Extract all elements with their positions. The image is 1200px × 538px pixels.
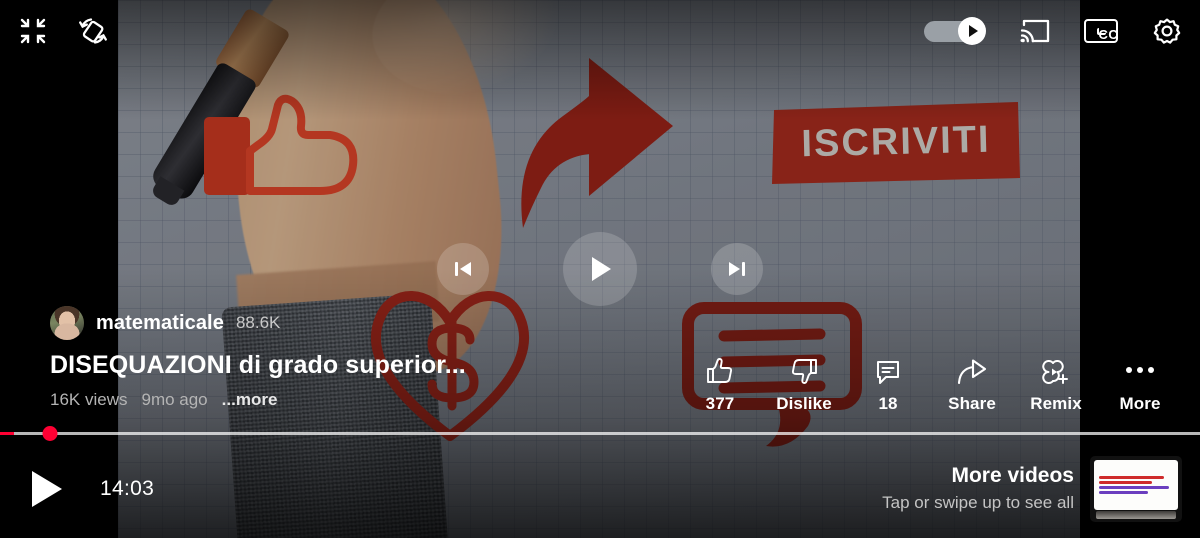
dislike-button[interactable]: Dislike xyxy=(762,355,846,414)
comment-icon xyxy=(875,355,901,385)
dislike-label: Dislike xyxy=(776,394,832,413)
closed-captions-icon[interactable]: CC xyxy=(1084,19,1118,43)
next-video-button[interactable] xyxy=(711,243,763,295)
bottom-play-button[interactable] xyxy=(18,467,74,511)
top-control-bar: Autoplay CC xyxy=(0,0,1200,62)
next-video-thumbnail[interactable] xyxy=(1090,456,1182,522)
cast-icon[interactable] xyxy=(1020,18,1050,44)
autoplay-toggle-knob xyxy=(958,17,986,45)
action-button-rail: 377 Dislike 18 Share Remix More xyxy=(678,355,1182,414)
view-count: 16K views xyxy=(50,390,128,409)
remix-label: Remix xyxy=(1030,394,1082,413)
more-label: More xyxy=(1119,394,1161,413)
cc-label: CC xyxy=(1096,26,1119,42)
progress-bar[interactable] xyxy=(0,426,1200,441)
like-count: 377 xyxy=(705,394,735,413)
autoplay-toggle[interactable]: Autoplay xyxy=(924,17,986,45)
rotate-screen-icon[interactable] xyxy=(76,14,110,48)
video-metadata-block: matematicale 88.6K DISEQUAZIONI di grado… xyxy=(50,306,610,410)
duration-label: 14:03 xyxy=(100,477,155,500)
share-button[interactable]: Share xyxy=(930,355,1014,414)
video-stats-row: 16K views 9mo ago ...more xyxy=(50,390,610,410)
center-playback-controls xyxy=(0,232,1200,306)
previous-video-button[interactable] xyxy=(437,243,489,295)
channel-avatar[interactable] xyxy=(50,306,84,340)
minimize-icon[interactable] xyxy=(18,16,48,46)
more-videos-subtitle: Tap or swipe up to see all xyxy=(882,492,1074,512)
progress-scrubber-handle[interactable] xyxy=(42,426,58,441)
share-label: Share xyxy=(948,394,996,413)
channel-name[interactable]: matematicale xyxy=(96,312,224,335)
publish-date: 9mo ago xyxy=(141,390,208,409)
thumbs-down-icon xyxy=(790,355,818,385)
video-title[interactable]: DISEQUAZIONI di grado superior... xyxy=(50,351,610,380)
more-videos-section[interactable]: More videos Tap or swipe up to see all xyxy=(882,456,1182,522)
channel-row[interactable]: matematicale 88.6K xyxy=(50,306,610,340)
comment-count: 18 xyxy=(878,394,898,413)
play-button[interactable] xyxy=(563,232,637,306)
progress-track[interactable] xyxy=(0,432,1200,435)
more-description-link[interactable]: ...more xyxy=(222,390,278,410)
more-actions-button[interactable]: More xyxy=(1098,355,1182,414)
subscriber-count: 88.6K xyxy=(235,313,281,332)
bottom-control-bar: 14:03 More videos Tap or swipe up to see… xyxy=(0,440,1200,538)
progress-played xyxy=(0,432,14,435)
more-videos-title: More videos xyxy=(951,464,1074,488)
video-player[interactable]: ISCRIVITI CC matematicale 88.6K DISEQUAZ… xyxy=(0,0,1200,538)
like-button[interactable]: 377 xyxy=(678,355,762,414)
settings-gear-icon[interactable] xyxy=(1152,16,1182,46)
overflow-dots-icon xyxy=(1126,355,1154,385)
comments-button[interactable]: 18 xyxy=(846,355,930,414)
remix-button[interactable]: Remix xyxy=(1014,355,1098,414)
share-arrow-icon xyxy=(957,355,987,385)
thumbs-up-icon xyxy=(706,355,734,385)
remix-icon xyxy=(1041,355,1071,385)
